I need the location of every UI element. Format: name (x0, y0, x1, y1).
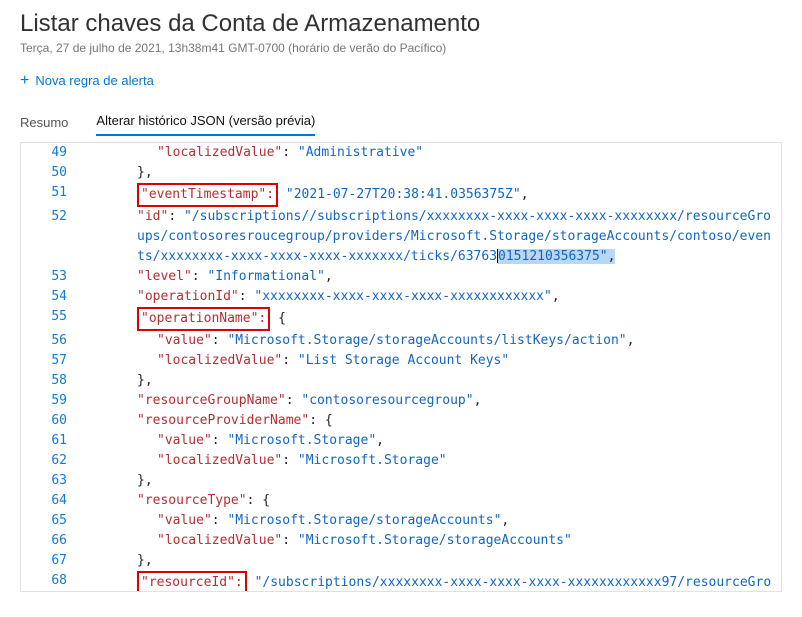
json-key: "operationName": (141, 311, 266, 326)
json-key: "id" (137, 209, 168, 224)
line-number: 65 (21, 511, 77, 531)
line-number: 49 (21, 143, 77, 163)
code-line: 51 "eventTimestamp": "2021-07-27T20:38:4… (21, 183, 781, 207)
code-line: 61 "value": "Microsoft.Storage", (21, 431, 781, 451)
page-title: Listar chaves da Conta de Armazenamento (20, 10, 782, 39)
highlight-operation-name: "operationName": (137, 307, 270, 331)
json-value: "Microsoft.Storage" (227, 433, 376, 448)
code-line: 52 "id": "/subscriptions//subscriptions/… (21, 207, 781, 267)
code-line: 53 "level": "Informational", (21, 267, 781, 287)
json-value: "Microsoft.Storage" (298, 453, 447, 468)
code-line: 56 "value": "Microsoft.Storage/storageAc… (21, 331, 781, 351)
highlight-event-timestamp: "eventTimestamp": (137, 183, 278, 207)
json-key: "resourceProviderName" (137, 413, 309, 428)
tab-json-history[interactable]: Alterar histórico JSON (versão prévia) (96, 113, 315, 136)
line-number: 67 (21, 551, 77, 571)
line-number: 55 (21, 307, 77, 327)
code-line: 49 "localizedValue": "Administrative" (21, 143, 781, 163)
highlight-resource-id: "resourceId": (137, 571, 247, 592)
line-number: 68 (21, 571, 77, 591)
json-key: "value" (157, 433, 212, 448)
json-value: "Informational" (207, 269, 324, 284)
new-alert-rule-button[interactable]: + Nova regra de alerta (20, 73, 154, 89)
json-value: "Microsoft.Storage/storageAccounts" (298, 533, 572, 548)
json-pun: }, (137, 473, 153, 488)
line-number: 54 (21, 287, 77, 307)
toolbar: + Nova regra de alerta (20, 73, 782, 89)
code-line: 59 "resourceGroupName": "contosoresource… (21, 391, 781, 411)
new-alert-rule-label: Nova regra de alerta (35, 73, 154, 88)
json-key: "localizedValue" (157, 145, 282, 160)
code-line: 62 "localizedValue": "Microsoft.Storage" (21, 451, 781, 471)
line-number: 60 (21, 411, 77, 431)
line-number: 52 (21, 207, 77, 227)
code-line: 58 }, (21, 371, 781, 391)
line-number: 51 (21, 183, 77, 203)
json-key: "resourceGroupName" (137, 393, 286, 408)
line-number: 58 (21, 371, 77, 391)
line-number: 63 (21, 471, 77, 491)
page-subtitle: Terça, 27 de julho de 2021, 13h38m41 GMT… (20, 41, 782, 55)
json-key: "resourceType" (137, 493, 247, 508)
code-line: 60 "resourceProviderName": { (21, 411, 781, 431)
code-line: 63 }, (21, 471, 781, 491)
json-key: "eventTimestamp": (141, 187, 274, 202)
code-line: 65 "value": "Microsoft.Storage/storageAc… (21, 511, 781, 531)
code-line: 66 "localizedValue": "Microsoft.Storage/… (21, 531, 781, 551)
code-line: 67 }, (21, 551, 781, 571)
line-number: 62 (21, 451, 77, 471)
code-line: 50 }, (21, 163, 781, 183)
plus-icon: + (20, 73, 29, 89)
code-line: 68 "resourceId": "/subscriptions/xxxxxxx… (21, 571, 781, 592)
json-value: "Microsoft.Storage/storageAccounts/listK… (227, 333, 626, 348)
json-pun: }, (137, 553, 153, 568)
json-pun: }, (137, 165, 153, 180)
json-key: "localizedValue" (157, 533, 282, 548)
json-value: "List Storage Account Keys" (298, 353, 509, 368)
json-key: "value" (157, 333, 212, 348)
line-number: 61 (21, 431, 77, 451)
text-selection: 0151210356375 (498, 249, 600, 264)
json-pun: }, (137, 373, 153, 388)
tabs: Resumo Alterar histórico JSON (versão pr… (20, 113, 782, 136)
line-number: 57 (21, 351, 77, 371)
json-key: "operationId" (137, 289, 239, 304)
json-key: "level" (137, 269, 192, 284)
code-line: 64 "resourceType": { (21, 491, 781, 511)
json-value: "xxxxxxxx-xxxx-xxxx-xxxx-xxxxxxxxxxxx" (254, 289, 551, 304)
json-key: "resourceId": (141, 575, 243, 590)
tab-summary[interactable]: Resumo (20, 115, 68, 136)
code-line: 55 "operationName": { (21, 307, 781, 331)
json-value: "Microsoft.Storage/storageAccounts" (227, 513, 501, 528)
code-line: 54 "operationId": "xxxxxxxx-xxxx-xxxx-xx… (21, 287, 781, 307)
json-key: "localizedValue" (157, 353, 282, 368)
line-number: 53 (21, 267, 77, 287)
json-value: "contosoresourcegroup" (301, 393, 473, 408)
json-value: "Administrative" (298, 145, 423, 160)
json-value: "/subscriptions//subscriptions/xxxxxxxx-… (137, 209, 771, 264)
code-line: 57 "localizedValue": "List Storage Accou… (21, 351, 781, 371)
line-number: 64 (21, 491, 77, 511)
json-value: "2021-07-27T20:38:41.0356375Z" (286, 187, 521, 202)
json-key: "value" (157, 513, 212, 528)
line-number: 50 (21, 163, 77, 183)
line-number: 66 (21, 531, 77, 551)
json-viewer[interactable]: 49 "localizedValue": "Administrative" 50… (20, 142, 782, 592)
json-key: "localizedValue" (157, 453, 282, 468)
line-number: 56 (21, 331, 77, 351)
line-number: 59 (21, 391, 77, 411)
